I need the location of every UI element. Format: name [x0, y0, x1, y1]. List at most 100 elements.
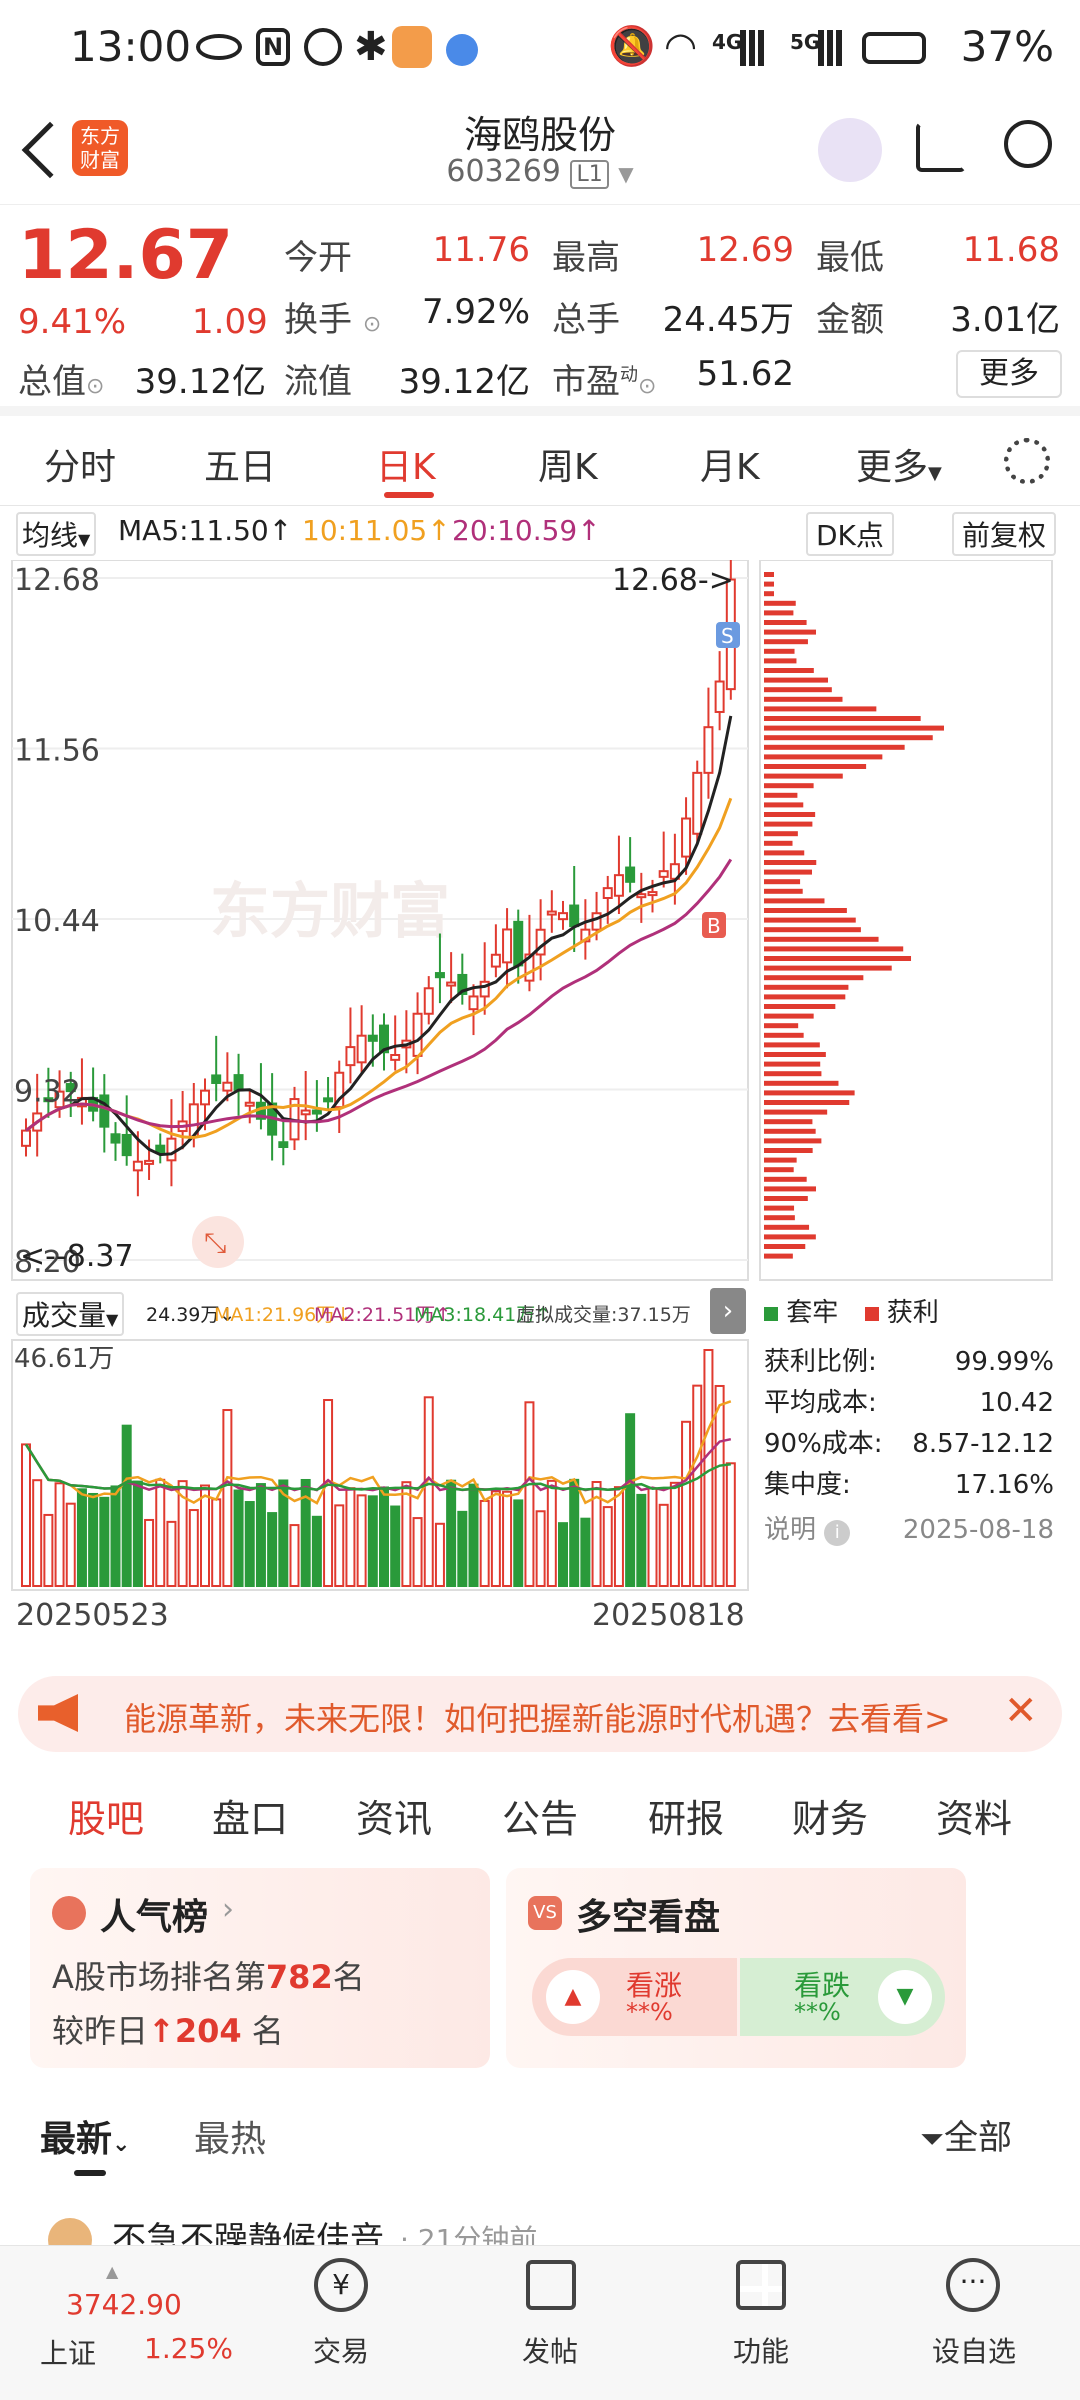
bull-bear-card[interactable]: VS 多空看盘 ▲ 看涨 **% 看跌 **% ▼	[506, 1868, 966, 2068]
watermark: 东方财富	[210, 877, 450, 947]
feed-tabs: 最新⌄ 最热 ⏷全部	[0, 2090, 1080, 2180]
share-icon[interactable]	[916, 122, 966, 172]
candle-body	[468, 995, 479, 1011]
chip-bar	[764, 1215, 795, 1221]
chip-bar	[764, 908, 847, 913]
tab-announcements[interactable]: 公告	[502, 1788, 578, 1843]
candle-body	[356, 1034, 367, 1064]
nav-watchlist[interactable]: 设自选	[914, 2330, 1034, 2370]
volume-bar	[513, 1499, 524, 1587]
ma10-legend: 10:11.05↑	[302, 514, 451, 547]
candle-body	[513, 920, 524, 967]
candle-body	[323, 1097, 334, 1103]
collapse-arrow-button[interactable]: ›	[710, 1288, 746, 1334]
bull-button[interactable]: ▲ 看涨 **%	[532, 1958, 737, 2036]
volume-bar	[356, 1494, 367, 1587]
dk-point-button[interactable]: DK点	[806, 512, 894, 556]
nav-functions[interactable]: 功能	[701, 2330, 821, 2370]
tab-daily-k[interactable]: 日K	[376, 438, 436, 490]
chip-bar	[764, 792, 798, 798]
chip-legend: 套牢 获利	[764, 1292, 939, 1329]
candle-body	[244, 1101, 255, 1107]
bear-button[interactable]: 看跌 **% ▼	[740, 1958, 945, 2036]
volume-bar	[434, 1522, 445, 1587]
tab-intraday[interactable]: 分时	[44, 438, 116, 490]
amount-label: 金额	[816, 300, 884, 340]
indicator-select[interactable]: 均线▼	[16, 512, 97, 556]
mktcap-label: 总值⊙	[18, 362, 105, 402]
chip-bar	[764, 696, 843, 702]
more-button[interactable]: 更多	[956, 350, 1062, 398]
volume-bar	[65, 1502, 76, 1588]
nav-post[interactable]: 发帖	[490, 2330, 610, 2370]
high-label: 最高	[552, 238, 620, 278]
nav-trade[interactable]: 交易	[281, 2330, 401, 2370]
chip-bar	[764, 1128, 816, 1134]
tab-hottest[interactable]: 最热	[194, 2110, 266, 2162]
candle-body	[166, 1137, 177, 1162]
tab-latest[interactable]: 最新⌄	[40, 2110, 130, 2162]
volume-bar	[401, 1481, 412, 1587]
chip-bar	[764, 802, 804, 808]
tab-profile[interactable]: 资料	[936, 1788, 1012, 1843]
more-circle-icon[interactable]: ···	[946, 2258, 1000, 2312]
y-tick-label: 11.56	[14, 734, 100, 769]
title-bar: 东方财富 海鸥股份 603269 L1 ▼	[0, 100, 1080, 205]
y-tick-label: 10.44	[14, 904, 100, 939]
chip-bar	[764, 860, 817, 865]
y-tick-label: 9.32	[14, 1075, 81, 1110]
chip-bar	[764, 1023, 799, 1029]
promo-banner[interactable]: 能源革新，未来无限！如何把握新能源时代机遇？去看看> ✕	[18, 1676, 1062, 1752]
chip-bar	[764, 572, 774, 577]
alarm-icon	[304, 28, 342, 66]
tab-latest-indicator	[74, 2170, 106, 2176]
volume-bar	[21, 1443, 31, 1588]
tab-finance[interactable]: 财务	[792, 1788, 868, 1843]
tab-5day[interactable]: 五日	[204, 438, 276, 490]
volume-bar	[155, 1478, 166, 1587]
trade-icon[interactable]: ¥	[314, 2258, 368, 2312]
volume-bar	[88, 1492, 99, 1588]
volume-bar	[121, 1424, 132, 1587]
buy-marker-text: B	[707, 914, 721, 938]
chip-bar	[764, 783, 814, 789]
rank-title: 人气榜	[100, 1897, 209, 1938]
tab-forum[interactable]: 股吧	[68, 1788, 144, 1843]
stock-code-row[interactable]: 603269 L1 ▼	[340, 154, 740, 189]
min-price-label: <--8.37	[20, 1239, 134, 1274]
back-icon[interactable]	[21, 121, 79, 179]
volume-bar	[658, 1503, 669, 1588]
candle-body	[300, 1109, 311, 1116]
status-bar: 13:00 N ✱ 🔕 ◠ 4G 5G 37%	[0, 0, 1080, 100]
popularity-card[interactable]: 人气榜 › A股市场排名第782名 较昨日↑204 名	[30, 1868, 490, 2068]
apps-grid-icon[interactable]	[736, 2260, 786, 2310]
post-preview[interactable]: 不急不躁静候佳音 · 21分钟前	[0, 2210, 1080, 2250]
filter-button[interactable]: ⏷全部	[920, 2110, 1012, 2159]
close-icon[interactable]: ✕	[1004, 1688, 1038, 1734]
tab-news[interactable]: 资讯	[356, 1788, 432, 1843]
turnover-value: 7.92%	[421, 292, 530, 332]
chart-area[interactable]: 东方财富 12.68 11.56 10.44 9.32 8.20 12.68-> <--…	[0, 558, 1080, 1635]
chip-bar	[764, 898, 825, 904]
tab-more[interactable]: 更多▼	[856, 438, 942, 490]
tab-orderbook[interactable]: 盘口	[212, 1788, 288, 1843]
gear-icon[interactable]	[1004, 438, 1050, 484]
candle-body	[502, 928, 513, 964]
chip-note-link[interactable]: 说明	[764, 1515, 816, 1545]
vs-badge-icon: VS	[528, 1896, 562, 1930]
volume-max-label: 46.61万	[14, 1344, 114, 1374]
chip-bar	[764, 1196, 808, 1201]
adjust-button[interactable]: 前复权	[952, 512, 1057, 556]
tab-monthly-k[interactable]: 月K	[700, 438, 760, 490]
tab-weekly-k[interactable]: 周K	[538, 438, 598, 490]
search-icon[interactable]	[1004, 120, 1052, 168]
low-value: 11.68	[962, 230, 1060, 270]
index-ticker[interactable]: ▲ 3742.90 上证 1.25%	[40, 2262, 240, 2382]
chip-bar	[764, 658, 797, 664]
volume-indicator-select[interactable]: 成交量▼	[16, 1292, 125, 1336]
compose-icon[interactable]	[526, 2260, 576, 2310]
robot-avatar-icon[interactable]	[818, 118, 882, 182]
volume-bar	[244, 1501, 255, 1587]
up-arrow-icon: ▲	[546, 1970, 600, 2024]
tab-research[interactable]: 研报	[648, 1788, 724, 1843]
